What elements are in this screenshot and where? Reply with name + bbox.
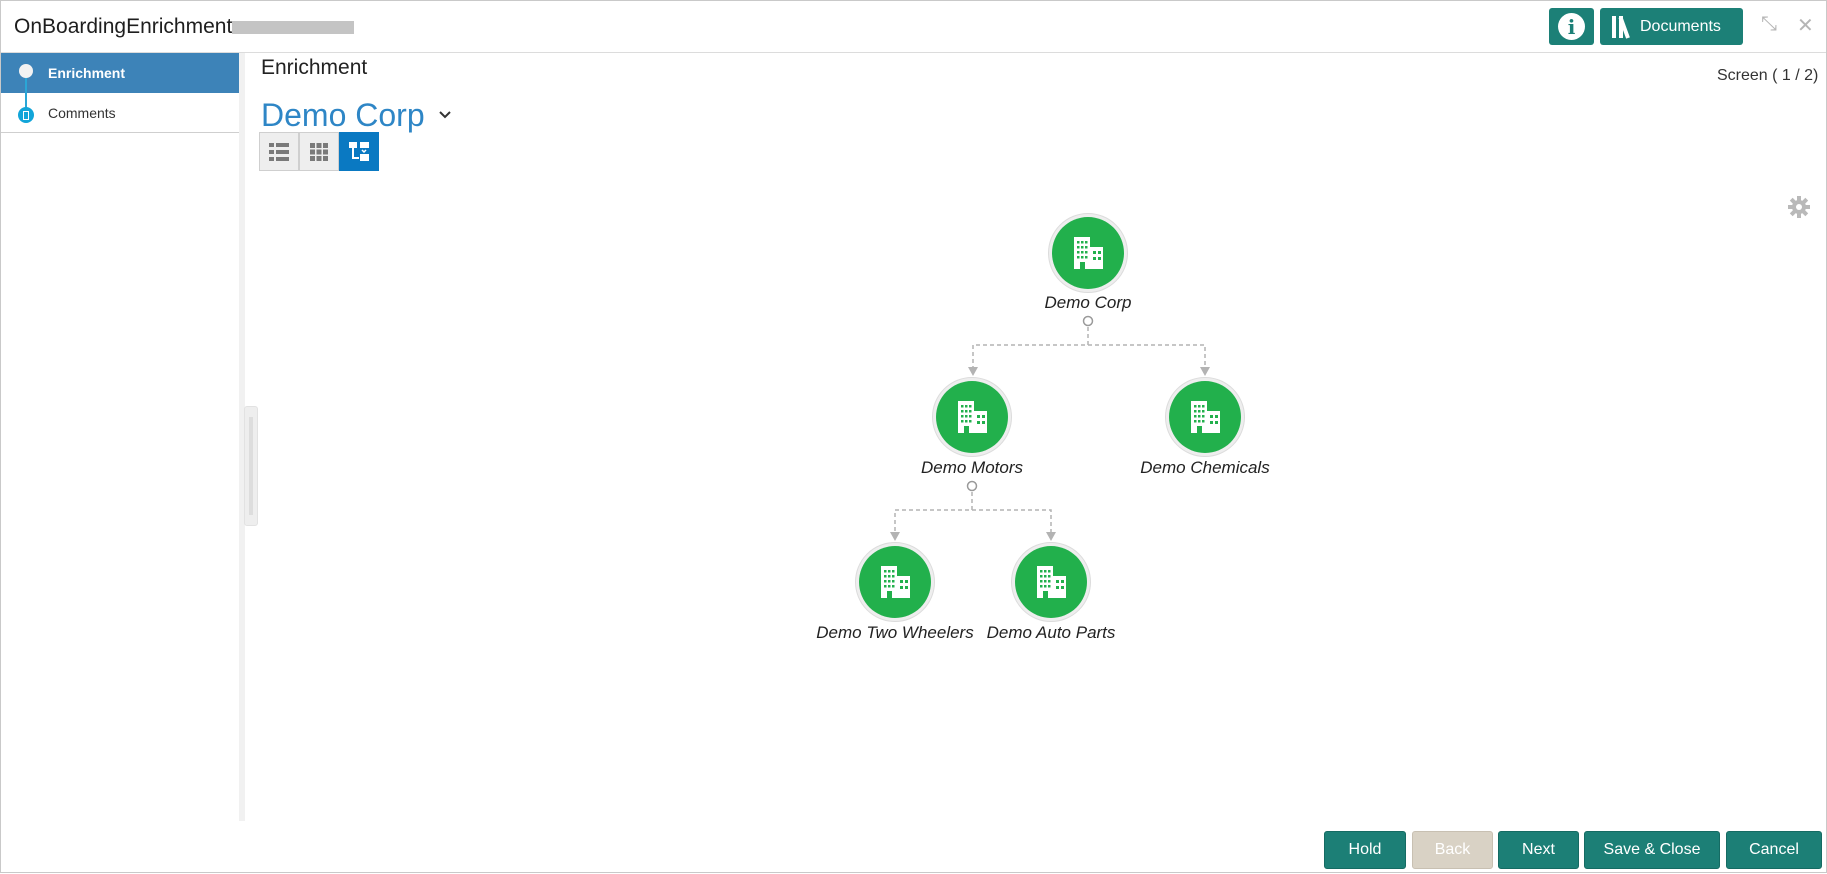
close-icon[interactable]: ✕ [1797, 13, 1814, 38]
redacted-customer-name [232, 21, 354, 34]
list-view-icon [269, 142, 289, 161]
node-demo-two-wheelers[interactable] [855, 542, 935, 622]
edge-demo-motors-demo-two-wheelers [894, 492, 973, 534]
building-icon [1191, 401, 1220, 433]
node-label-demo-corp[interactable]: Demo Corp [978, 293, 1198, 313]
hierarchy-view-icon [349, 141, 369, 161]
edge-demo-corp-demo-chemicals [1088, 344, 1206, 369]
documents-label: Documents [1640, 17, 1721, 35]
hold-button[interactable]: Hold [1324, 831, 1406, 869]
expand-collapse-icon [1082, 315, 1094, 327]
building-icon [1074, 237, 1103, 269]
sidebar-resize-handle[interactable] [244, 406, 258, 526]
back-button[interactable]: Back [1412, 831, 1493, 869]
sidebar-item-enrichment[interactable]: Enrichment [1, 53, 241, 93]
next-button[interactable]: Next [1498, 831, 1579, 869]
minimize-icon[interactable]: ⤡ [1761, 13, 1777, 36]
section-title: Enrichment [261, 56, 368, 79]
list-view-button[interactable] [259, 132, 299, 171]
arrow-head-icon [890, 532, 900, 541]
chevron-down-icon[interactable] [437, 107, 453, 123]
node-avatar [1169, 381, 1241, 453]
grid-view-button[interactable] [299, 132, 339, 171]
building-icon [1037, 566, 1066, 598]
header-bar: OnBoardingEnrichment - i Documents ⤡ ✕ [1, 1, 1826, 53]
node-demo-motors[interactable] [932, 377, 1012, 457]
arrow-head-icon [1046, 532, 1056, 541]
gear-icon[interactable] [1787, 195, 1811, 219]
cancel-button[interactable]: Cancel [1726, 831, 1822, 869]
grid-view-icon [310, 142, 328, 161]
arrow-head-icon [1200, 367, 1210, 376]
screen-indicator: Screen ( 1 / 2) [1717, 67, 1819, 84]
documents-button[interactable]: Documents [1600, 8, 1743, 45]
node-avatar [1015, 546, 1087, 618]
entity-name: Demo Corp [261, 97, 425, 133]
node-label-demo-motors[interactable]: Demo Motors [862, 458, 1082, 478]
info-button[interactable]: i [1549, 8, 1594, 45]
node-avatar [1052, 217, 1124, 289]
step-indicator-icon [19, 64, 33, 78]
arrow-head-icon [968, 367, 978, 376]
step-indicator-icon [18, 107, 34, 123]
node-label-demo-chemicals[interactable]: Demo Chemicals [1095, 458, 1315, 478]
edge-demo-motors-demo-auto-parts [972, 509, 1052, 534]
node-avatar [936, 381, 1008, 453]
view-mode-toggle [259, 132, 379, 171]
sidebar-item-label: Comments [48, 104, 116, 121]
building-icon [958, 401, 987, 433]
sidebar-item-comments[interactable]: Comments [1, 93, 241, 133]
library-icon [1612, 15, 1630, 39]
sidebar: Enrichment Comments [1, 53, 241, 821]
info-icon: i [1558, 13, 1585, 40]
onboarding-enrichment-window: OnBoardingEnrichment - i Documents ⤡ ✕ E… [0, 0, 1827, 873]
save-close-button[interactable]: Save & Close [1584, 831, 1720, 869]
expand-collapse-icon [966, 480, 978, 492]
app-title: OnBoardingEnrichment - [14, 15, 246, 38]
building-icon [881, 566, 910, 598]
node-label-demo-auto-parts[interactable]: Demo Auto Parts [941, 623, 1161, 643]
sidebar-item-label: Enrichment [48, 65, 126, 81]
node-demo-chemicals[interactable] [1165, 377, 1245, 457]
node-avatar [859, 546, 931, 618]
node-demo-auto-parts[interactable] [1011, 542, 1091, 622]
node-demo-corp[interactable] [1048, 213, 1128, 293]
hierarchy-view-button[interactable] [339, 132, 379, 171]
edge-demo-corp-demo-motors [972, 327, 1089, 369]
